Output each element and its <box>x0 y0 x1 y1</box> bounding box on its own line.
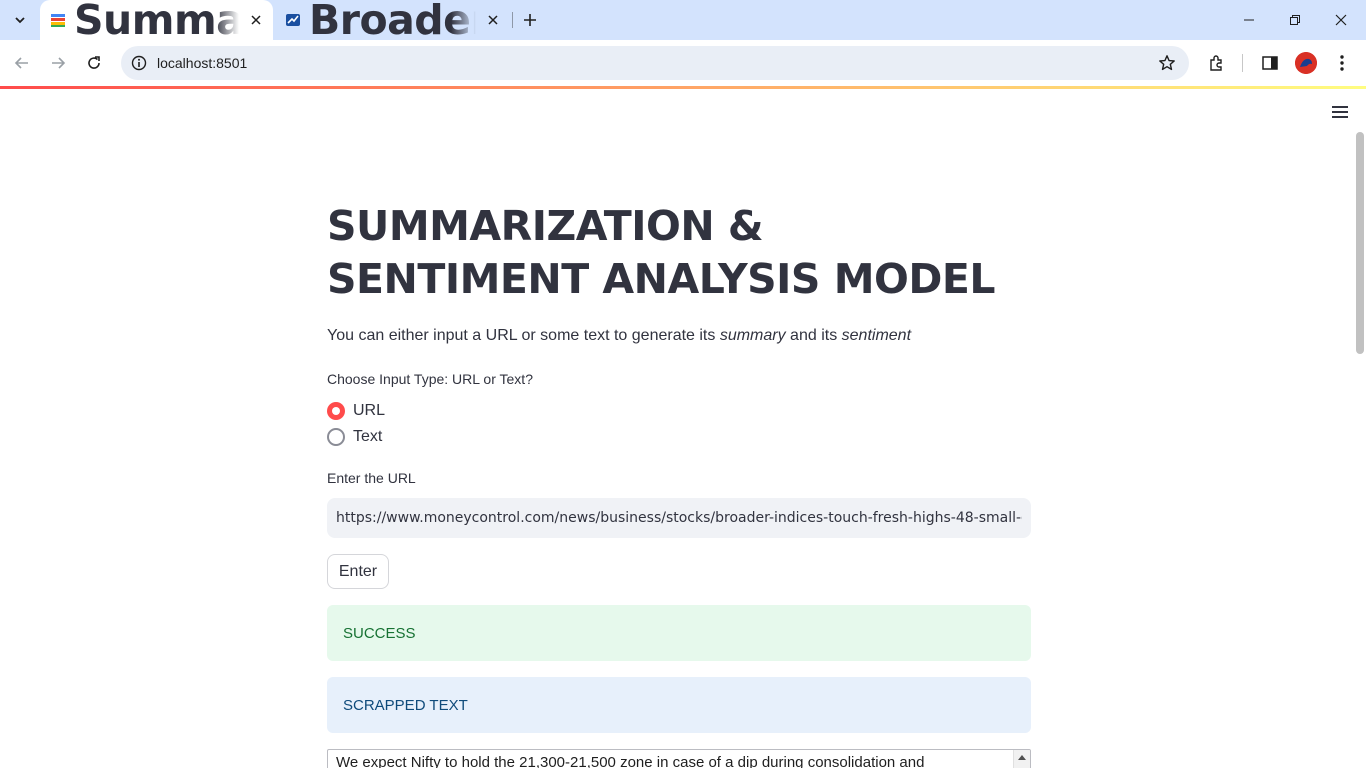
arrow-left-icon <box>14 57 28 69</box>
close-tab-icon[interactable] <box>484 11 502 29</box>
radio-option-url[interactable]: URL <box>327 402 385 420</box>
bookmark-star-icon[interactable] <box>1157 53 1177 73</box>
close-window-button[interactable] <box>1318 0 1364 40</box>
enter-button[interactable]: Enter <box>327 554 389 589</box>
side-panel-icon <box>1262 56 1278 70</box>
new-tab-button[interactable] <box>518 8 542 32</box>
tab-separator <box>512 12 513 28</box>
page-description: You can either input a URL or some text … <box>327 327 912 344</box>
app-decoration-bar <box>0 86 1366 89</box>
radio-selected-icon[interactable] <box>327 402 345 420</box>
close-tab-icon[interactable] <box>247 11 265 29</box>
site-info-icon[interactable] <box>129 53 149 73</box>
browser-toolbar: localhost:8501 <box>0 40 1366 86</box>
hamburger-menu-icon <box>1332 106 1348 118</box>
chevron-down-icon <box>15 17 25 24</box>
chrome-menu-button[interactable] <box>1330 51 1354 75</box>
arrow-right-icon <box>52 57 66 69</box>
restore-button[interactable] <box>1272 0 1318 40</box>
profile-avatar[interactable] <box>1295 52 1317 74</box>
url-input-container[interactable] <box>327 498 1031 538</box>
scroll-up-arrow-icon[interactable] <box>1018 755 1026 760</box>
url-label: Enter the URL <box>327 470 416 486</box>
radio-label-url: URL <box>353 402 386 419</box>
page-scrollbar[interactable] <box>1356 132 1364 354</box>
tab-summarization[interactable]: Summarization & Sentiment An <box>40 0 273 44</box>
reload-icon <box>88 56 100 69</box>
input-type-label: Choose Input Type: URL or Text? <box>327 371 533 387</box>
radio-option-text[interactable]: Text <box>327 428 382 446</box>
scrapped-text-area[interactable]: We expect Nifty to hold the 21,300-21,50… <box>327 749 1031 768</box>
restore-icon <box>1290 15 1300 25</box>
profile-picture-icon <box>1295 52 1317 74</box>
kebab-menu-icon <box>1340 55 1344 71</box>
success-message: SUCCESS <box>343 624 416 642</box>
chart-card-icon <box>286 14 300 26</box>
scrapped-heading-label: SCRAPPED TEXT <box>343 696 468 714</box>
plus-icon <box>524 14 536 26</box>
address-bar[interactable]: localhost:8501 <box>121 46 1189 80</box>
reload-button[interactable] <box>80 49 108 77</box>
forward-button[interactable] <box>44 49 72 77</box>
tab-strip: Summarization & Sentiment An Broader ind… <box>0 0 1366 44</box>
toolbar-divider <box>1242 54 1243 72</box>
scrapped-text-heading: SCRAPPED TEXT <box>327 677 1031 733</box>
success-alert: SUCCESS <box>327 605 1031 661</box>
scrapped-text-content: We expect Nifty to hold the 21,300-21,50… <box>336 754 925 768</box>
address-text[interactable]: localhost:8501 <box>157 55 247 71</box>
minimize-button[interactable] <box>1226 0 1272 40</box>
page-title: SUMMARIZATION & SENTIMENT ANALYSIS MODEL <box>327 202 996 303</box>
url-input[interactable] <box>336 510 1022 526</box>
app-menu-button[interactable] <box>1328 102 1352 122</box>
main-content: SUMMARIZATION & SENTIMENT ANALYSIS MODEL <box>327 200 1031 306</box>
minimize-icon <box>1244 19 1254 21</box>
tab-moneycontrol[interactable]: Broader indices touch fresh hig <box>275 0 510 44</box>
side-panel-button[interactable] <box>1258 51 1282 75</box>
radio-unselected-icon[interactable] <box>327 428 345 446</box>
puzzle-icon <box>1210 55 1222 71</box>
tab-search-button[interactable] <box>6 6 34 34</box>
radio-label-text: Text <box>353 428 383 445</box>
textarea-scrollbar[interactable] <box>1013 750 1030 768</box>
stack-books-icon <box>51 14 65 27</box>
back-button[interactable] <box>8 49 36 77</box>
close-icon <box>1335 14 1347 26</box>
extensions-button[interactable] <box>1205 51 1229 75</box>
